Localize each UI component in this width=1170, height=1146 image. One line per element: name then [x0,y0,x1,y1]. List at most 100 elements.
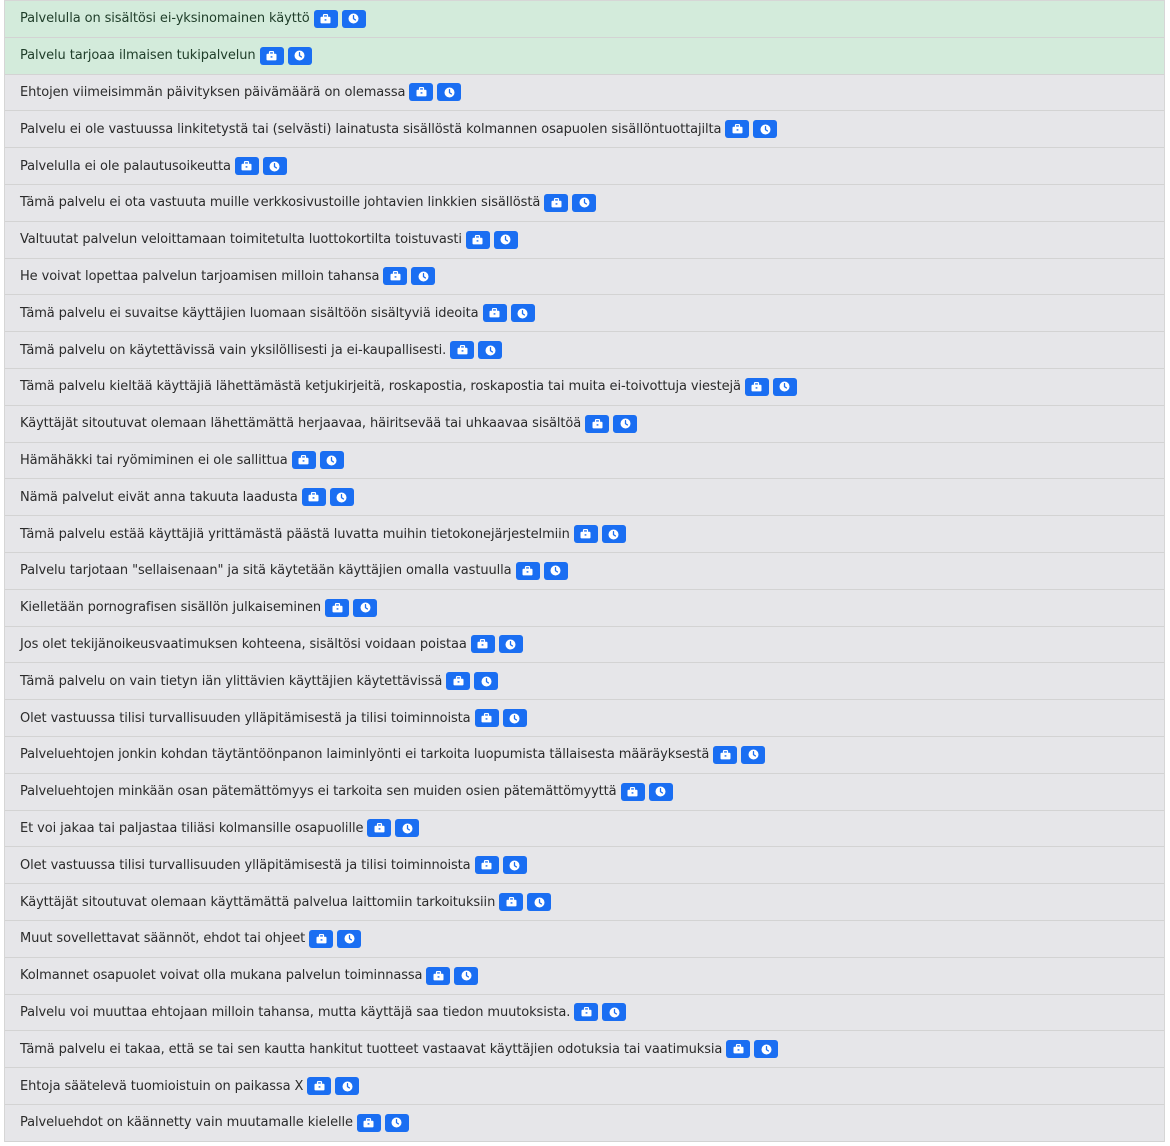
clock-badge[interactable] [741,745,766,764]
terms-point-row-16: Palvelu tarjotaan "sellaisenaan" ja sitä… [5,552,1164,590]
briefcase-badge[interactable] [301,488,326,507]
clock-badge[interactable] [648,782,673,801]
briefcase-badge[interactable] [259,46,284,65]
clock-badge[interactable] [613,414,638,433]
clock-badge[interactable] [498,635,523,654]
clock-badge[interactable] [754,1040,779,1059]
briefcase-badge[interactable] [446,672,471,691]
terms-point-text: Palvelu tarjotaan "sellaisenaan" ja sitä… [20,563,512,579]
briefcase-icon [580,529,591,539]
clock-icon [348,13,359,24]
briefcase-badge[interactable] [544,193,569,212]
briefcase-badge[interactable] [450,341,475,360]
clock-icon [760,124,771,135]
briefcase-badge[interactable] [574,1003,599,1022]
terms-point-row-18: Jos olet tekijänoikeusvaatimuksen kohtee… [5,626,1164,664]
clock-badge[interactable] [602,1003,627,1022]
clock-badge[interactable] [337,929,362,948]
briefcase-badge[interactable] [426,966,451,985]
terms-point-row-9: Tämä palvelu ei suvaitse käyttäjien luom… [5,295,1164,333]
briefcase-badge[interactable] [409,83,434,102]
clock-icon [391,1117,402,1128]
briefcase-badge[interactable] [726,1040,751,1059]
clock-badge[interactable] [527,893,552,912]
clock-badge[interactable] [572,193,597,212]
briefcase-badge[interactable] [515,561,540,580]
clock-badge[interactable] [395,819,420,838]
clock-icon [402,823,413,834]
clock-badge[interactable] [543,561,568,580]
clock-badge[interactable] [341,9,366,28]
briefcase-icon [453,676,464,686]
clock-badge[interactable] [262,157,287,176]
briefcase-icon [457,345,468,355]
briefcase-badge[interactable] [620,782,645,801]
clock-badge[interactable] [478,341,503,360]
briefcase-icon [627,786,638,797]
terms-point-text: Tämä palvelu ei ota vastuuta muille verk… [20,195,541,211]
briefcase-badge[interactable] [585,414,610,433]
clock-badge[interactable] [329,488,354,507]
briefcase-badge[interactable] [474,856,499,875]
terms-point-text: Tämä palvelu estää käyttäjiä yrittämästä… [20,526,570,542]
terms-point-text: Tämä palvelu on käytettävissä vain yksil… [20,342,447,358]
clock-badge[interactable] [502,709,527,728]
briefcase-badge[interactable] [367,819,392,838]
terms-point-text: Tämä palvelu ei suvaitse käyttäjien luom… [20,305,479,321]
briefcase-badge[interactable] [356,1113,381,1132]
clock-badge[interactable] [502,856,527,875]
briefcase-icon [266,50,277,61]
terms-point-text: Ehtoja säätelevä tuomioistuin on paikass… [20,1078,304,1094]
briefcase-badge[interactable] [474,709,499,728]
clock-badge[interactable] [753,120,778,139]
briefcase-badge[interactable] [313,9,338,28]
briefcase-badge[interactable] [309,929,334,948]
briefcase-badge[interactable] [291,451,316,470]
clock-icon [336,492,347,503]
briefcase-badge[interactable] [482,304,507,323]
briefcase-icon [522,565,533,576]
clock-badge[interactable] [437,83,462,102]
terms-point-text: Valtuutat palvelun veloittamaan toimitet… [20,232,462,248]
terms-point-text: Muut sovellettavat säännöt, ehdot tai oh… [20,931,306,947]
briefcase-badge[interactable] [744,377,769,396]
terms-point-row-5: Palvelulla ei ole palautusoikeutta [5,148,1164,185]
briefcase-icon [751,381,762,392]
briefcase-badge[interactable] [573,525,598,544]
terms-point-row-1: Palvelulla on sisältösi ei-yksinomainen … [5,1,1164,38]
clock-icon [294,50,305,61]
terms-point-row-11: Tämä palvelu kieltää käyttäjiä lähettämä… [5,368,1164,406]
briefcase-badge[interactable] [307,1077,332,1095]
clock-badge[interactable] [493,230,518,249]
clock-icon [509,860,520,871]
clock-icon [344,933,355,944]
terms-point-text: Käyttäjät sitoutuvat olemaan käyttämättä… [20,894,496,910]
clock-badge[interactable] [772,377,797,396]
clock-badge[interactable] [287,46,312,65]
briefcase-badge[interactable] [470,635,495,654]
briefcase-icon [308,492,319,502]
terms-point-row-6: Tämä palvelu ei ota vastuuta muille verk… [5,184,1164,222]
clock-badge[interactable] [601,525,626,544]
clock-badge[interactable] [384,1113,409,1132]
clock-badge[interactable] [510,304,535,323]
clock-badge[interactable] [411,267,436,286]
briefcase-icon [314,1081,325,1091]
clock-icon [269,161,280,172]
briefcase-badge[interactable] [713,745,738,764]
clock-badge[interactable] [474,672,499,691]
clock-badge[interactable] [454,966,479,985]
briefcase-icon [320,13,331,24]
briefcase-badge[interactable] [725,120,750,139]
terms-point-text: Et voi jakaa tai paljastaa tiliäsi kolma… [20,820,364,836]
briefcase-badge[interactable] [499,893,524,912]
clock-badge[interactable] [335,1077,360,1095]
clock-badge[interactable] [319,451,344,470]
briefcase-icon [481,860,492,870]
briefcase-badge[interactable] [465,230,490,249]
clock-icon [500,234,511,245]
briefcase-badge[interactable] [383,267,408,286]
briefcase-badge[interactable] [234,157,259,176]
briefcase-badge[interactable] [325,598,350,617]
clock-badge[interactable] [353,598,378,617]
